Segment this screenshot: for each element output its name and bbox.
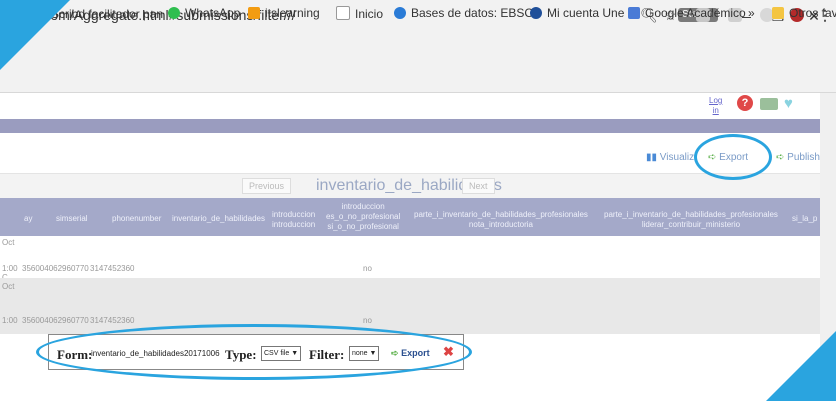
page-icon bbox=[336, 6, 350, 20]
bookmark-item[interactable]: Inicio bbox=[336, 6, 383, 21]
visualize-button[interactable]: ▮▮ Visualiz bbox=[646, 152, 694, 163]
bookmarks-bar bbox=[0, 66, 836, 93]
itslearning-icon bbox=[248, 7, 260, 19]
book-icon[interactable] bbox=[760, 98, 778, 110]
bookmark-item[interactable]: Bases de datos: EBSC bbox=[394, 6, 533, 20]
next-button[interactable]: Next bbox=[462, 178, 495, 194]
bookmark-item[interactable]: Google Académico bbox=[628, 6, 746, 20]
bookmark-item[interactable]: WhatsApp bbox=[168, 6, 240, 20]
column-header[interactable]: ay bbox=[24, 214, 32, 224]
visualize-label: Visualiz bbox=[659, 152, 695, 163]
row-simserial: 356004062960770 bbox=[22, 316, 89, 325]
bookmark-item[interactable]: Mi cuenta Une bbox=[530, 6, 624, 20]
row-phone: 3147452360 bbox=[90, 316, 135, 325]
previous-button[interactable]: Previous bbox=[242, 178, 292, 194]
bookmark-item[interactable]: itslearning bbox=[248, 6, 320, 20]
bookmark-label: Inicio bbox=[355, 7, 384, 21]
publish-label: Publish bbox=[787, 152, 820, 163]
publish-arrow-icon: ➪ bbox=[776, 152, 785, 163]
row-time: 1:00 bbox=[2, 264, 18, 273]
address-bar bbox=[0, 36, 836, 66]
row-time: 1:00 bbox=[2, 316, 18, 325]
column-header[interactable]: si_la_p bbox=[792, 214, 817, 224]
row-answer: no bbox=[363, 316, 372, 325]
row-simserial: 356004062960770 bbox=[22, 264, 89, 273]
une-icon bbox=[530, 7, 542, 19]
column-header[interactable]: simserial bbox=[56, 214, 88, 224]
column-header[interactable]: introduccion introduccion bbox=[272, 210, 315, 230]
row-answer: no bbox=[363, 264, 372, 273]
chart-icon: ▮▮ bbox=[646, 152, 658, 163]
header-banner bbox=[0, 119, 820, 133]
bookmark-label: Google Académico bbox=[645, 6, 746, 20]
row-phone: 3147452360 bbox=[90, 264, 135, 273]
column-header[interactable]: phonenumber bbox=[112, 214, 161, 224]
publish-button[interactable]: ➪ Publish bbox=[776, 152, 820, 163]
row-date: Oct bbox=[2, 282, 15, 291]
bookmarks-overflow-button[interactable]: » bbox=[748, 6, 755, 20]
whatsapp-icon bbox=[168, 7, 180, 19]
bookmark-label: WhatsApp bbox=[185, 6, 241, 20]
column-header[interactable]: introduccion es_o_no_profesional si_o_no… bbox=[326, 202, 400, 232]
bookmark-label: itslearning bbox=[265, 6, 320, 20]
highlight-ring bbox=[694, 134, 772, 180]
column-header[interactable]: parte_i_inventario_de_habilidades_profes… bbox=[604, 210, 778, 230]
heart-icon[interactable]: ♥ bbox=[784, 96, 793, 112]
bookmark-label: Bases de datos: EBSC bbox=[411, 6, 534, 20]
corner-decoration bbox=[0, 0, 70, 70]
row-date: Oct bbox=[2, 238, 15, 247]
login-link[interactable]: Log in bbox=[709, 96, 722, 116]
scholar-icon bbox=[628, 7, 640, 19]
bookmark-label: Mi cuenta Une bbox=[547, 6, 625, 20]
bookmark-folder[interactable]: Otros favoritos bbox=[772, 6, 836, 20]
corner-decoration bbox=[766, 331, 836, 401]
column-header[interactable]: inventario_de_habilidades bbox=[172, 214, 265, 224]
bookmark-label: Otros favoritos bbox=[789, 6, 836, 20]
highlight-ring bbox=[36, 324, 472, 380]
table-row[interactable] bbox=[0, 278, 820, 334]
browser-window: Steban — ❐ ✕ pot.com/Aggregate.html#subm… bbox=[0, 0, 836, 401]
ebsco-icon bbox=[394, 7, 406, 19]
folder-icon bbox=[772, 7, 784, 19]
column-header[interactable]: parte_i_inventario_de_habilidades_profes… bbox=[414, 210, 588, 230]
help-icon[interactable]: ? bbox=[737, 95, 753, 111]
